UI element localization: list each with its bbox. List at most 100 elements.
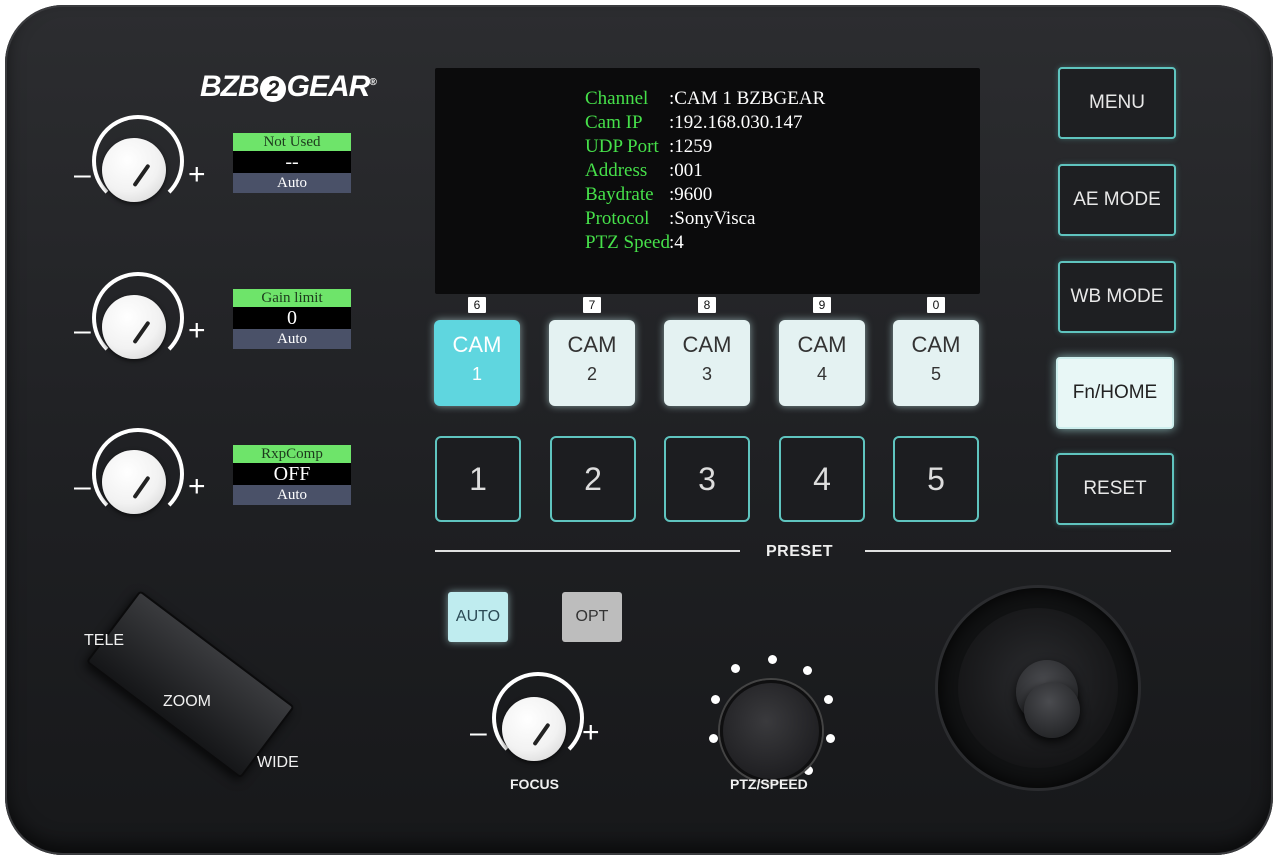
screen-key: Baydrate xyxy=(585,184,654,205)
fn-home-button[interactable]: Fn/HOME xyxy=(1056,357,1174,429)
screen-row-ptz-speed: PTZ Speed:4 xyxy=(585,232,684,254)
screen-key: Cam IP xyxy=(585,112,643,133)
focus-plus: + xyxy=(582,716,600,749)
screen-key: Channel xyxy=(585,88,649,109)
knob-2[interactable] xyxy=(102,295,166,359)
screen-row-baydrate: Baydrate :9600 xyxy=(585,184,712,206)
cam-button-number: 4 xyxy=(816,364,827,384)
cam-button-number: 2 xyxy=(586,364,597,384)
cam-2-button[interactable]: CAM 2 xyxy=(549,320,635,406)
cam-4-shift-tag: 9 xyxy=(813,297,831,313)
knob-1-plus: + xyxy=(188,158,206,191)
speed-dot xyxy=(731,664,740,673)
knob-1-display-title: Not Used xyxy=(233,133,351,151)
screen-key: UDP Port xyxy=(585,136,659,157)
knob-3-minus: – xyxy=(74,470,91,503)
cam-1-shift-tag: 6 xyxy=(468,297,486,313)
knob-3-plus: + xyxy=(188,470,206,503)
screen-value: :1259 xyxy=(669,136,713,157)
logo-mark-two: 2 xyxy=(259,76,286,102)
speed-dot xyxy=(826,734,835,743)
focus-opt-button[interactable]: OPT xyxy=(562,592,622,642)
screen-row-address: Address :001 xyxy=(585,160,703,182)
focus-auto-button[interactable]: AUTO xyxy=(448,592,508,642)
cam-button-label: CAM xyxy=(452,332,502,357)
screen-value: :CAM 1 BZBGEAR xyxy=(669,88,826,109)
cam-3-button[interactable]: CAM 3 xyxy=(664,320,750,406)
zoom-tele-label: TELE xyxy=(84,632,125,649)
cam-button-label: CAM xyxy=(911,332,961,357)
cam-2-shift-tag: 7 xyxy=(583,297,601,313)
cam-button-label: CAM xyxy=(682,332,732,357)
preset-3-button[interactable]: 3 xyxy=(664,436,750,522)
speed-dot xyxy=(709,734,718,743)
logo-registered-mark: ® xyxy=(369,77,376,88)
cam-3-shift-tag: 8 xyxy=(698,297,716,313)
cam-button-label: CAM xyxy=(567,332,617,357)
knob-2-minus: – xyxy=(74,314,91,347)
screen-row-protocol: Protocol :SonyVisca xyxy=(585,208,755,230)
knob-1[interactable] xyxy=(102,138,166,202)
speed-dot xyxy=(824,695,833,704)
ptz-speed-label: PTZ/SPEED xyxy=(730,776,808,792)
screen-key: Protocol xyxy=(585,208,650,229)
screen-value: :192.168.030.147 xyxy=(669,112,803,133)
knob-3-display-mode: Auto xyxy=(233,485,351,505)
cam-button-number: 1 xyxy=(471,364,482,384)
screen-key: PTZ Speed xyxy=(585,232,670,253)
cam-5-button[interactable]: CAM 5 xyxy=(893,320,979,406)
wb-mode-button[interactable]: WB MODE xyxy=(1058,261,1176,333)
knob-2-display-title: Gain limit xyxy=(233,289,351,307)
speed-dot xyxy=(768,655,777,664)
screen-key: Address xyxy=(585,160,648,181)
ptz-speed-knob[interactable] xyxy=(720,680,822,782)
zoom-label: ZOOM xyxy=(163,693,211,710)
cam-button-label: CAM xyxy=(797,332,847,357)
knob-1-display-value: -- xyxy=(285,151,299,173)
knob-2-display: Gain limit 0 Auto xyxy=(233,289,351,349)
knob-3-display: RxpComp OFF Auto xyxy=(233,445,351,505)
screen-value: :SonyVisca xyxy=(669,208,756,229)
knob-1-minus: – xyxy=(74,158,91,191)
preset-label: PRESET xyxy=(766,543,834,560)
screen-row-channel: Channel :CAM 1 BZBGEAR xyxy=(585,88,825,110)
preset-divider-right xyxy=(865,550,1171,552)
cam-button-number: 3 xyxy=(701,364,712,384)
cam-4-button[interactable]: CAM 4 xyxy=(779,320,865,406)
screen-value: :001 xyxy=(669,160,703,181)
speed-dot xyxy=(711,695,720,704)
preset-1-button[interactable]: 1 xyxy=(435,436,521,522)
preset-4-button[interactable]: 4 xyxy=(779,436,865,522)
preset-5-button[interactable]: 5 xyxy=(893,436,979,522)
focus-knob[interactable] xyxy=(502,697,566,761)
focus-minus: – xyxy=(470,716,487,749)
knob-2-display-value: 0 xyxy=(287,307,297,329)
logo-text-right: GEAR xyxy=(286,70,371,103)
preset-divider-left xyxy=(435,550,740,552)
knob-1-display: Not Used -- Auto xyxy=(233,133,351,193)
screen-row-cam-ip: Cam IP :192.168.030.147 xyxy=(585,112,803,134)
main-lcd-screen: Channel :CAM 1 BZBGEAR Cam IP :192.168.030… xyxy=(435,68,980,294)
focus-label: FOCUS xyxy=(510,776,559,792)
knob-3-display-value: OFF xyxy=(273,463,311,485)
screen-value: :4 xyxy=(669,232,684,253)
knob-1-display-mode: Auto xyxy=(233,173,351,193)
reset-button[interactable]: RESET xyxy=(1056,453,1174,525)
speed-dot xyxy=(803,666,812,675)
zoom-wide-label: WIDE xyxy=(257,754,299,771)
screen-value: :9600 xyxy=(669,184,713,205)
joystick-top-button[interactable] xyxy=(1024,682,1080,738)
menu-button[interactable]: MENU xyxy=(1058,67,1176,139)
knob-2-display-mode: Auto xyxy=(233,329,351,349)
cam-5-shift-tag: 0 xyxy=(927,297,945,313)
ae-mode-button[interactable]: AE MODE xyxy=(1058,164,1176,236)
knob-3[interactable] xyxy=(102,450,166,514)
knob-3-display-title: RxpComp xyxy=(233,445,351,463)
cam-1-button[interactable]: CAM 1 xyxy=(434,320,520,406)
knob-2-plus: + xyxy=(188,314,206,347)
screen-row-udp-port: UDP Port :1259 xyxy=(585,136,712,158)
logo-text-left: BZB xyxy=(200,70,260,103)
cam-button-number: 5 xyxy=(930,364,941,384)
preset-2-button[interactable]: 2 xyxy=(550,436,636,522)
brand-logo: BZB 2 GEAR® xyxy=(200,70,377,104)
